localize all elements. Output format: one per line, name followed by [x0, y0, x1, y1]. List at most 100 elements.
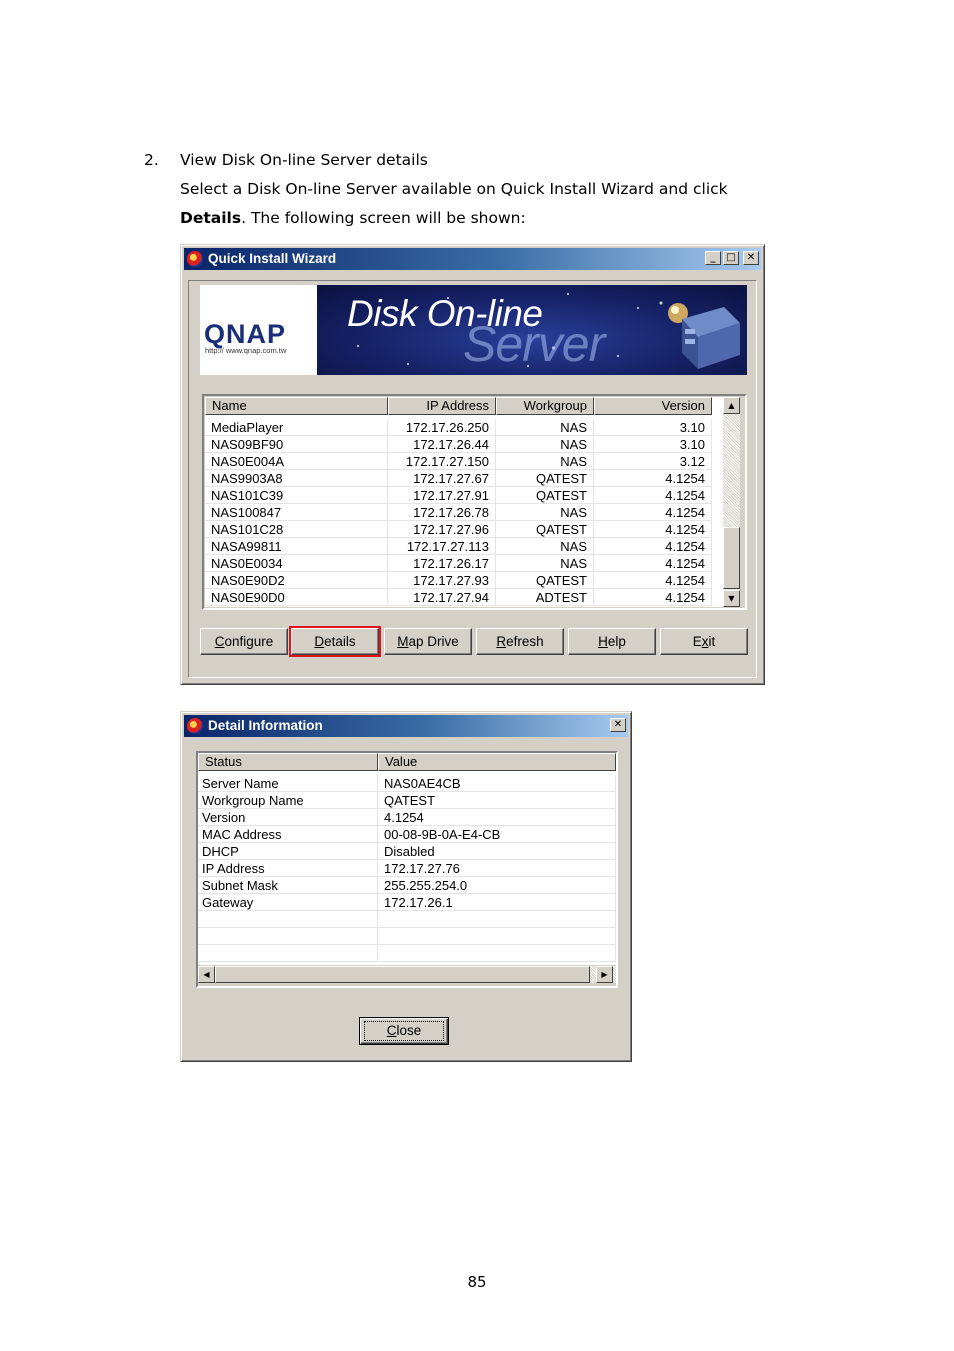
table-row[interactable]: NAS09BF90 172.17.26.44 NAS 3.10	[205, 436, 724, 453]
table-cell: 172.17.27.91	[388, 487, 496, 504]
table-cell: QATEST	[496, 521, 594, 538]
table-row[interactable]: Subnet Mask 255.255.254.0	[198, 877, 616, 894]
table-cell: MediaPlayer	[205, 419, 388, 436]
table-cell: 4.1254	[594, 555, 712, 572]
column-header-version[interactable]: Version	[594, 397, 712, 415]
scroll-left-icon[interactable]: ◀	[198, 966, 215, 983]
table-cell: NAS	[496, 555, 594, 572]
scroll-thumb[interactable]	[723, 527, 740, 589]
table-cell: 4.1254	[378, 809, 616, 826]
table-row[interactable]: MediaPlayer 172.17.26.250 NAS 3.10	[205, 419, 724, 436]
close-button[interactable]: Close	[359, 1017, 449, 1045]
table-cell: QATEST	[378, 792, 616, 809]
table-cell: QATEST	[496, 470, 594, 487]
server-list[interactable]: Name IP Address Workgroup Version MediaPlay…	[205, 397, 724, 607]
table-row[interactable]: IP Address 172.17.27.76	[198, 860, 616, 877]
column-header-name[interactable]: Name	[205, 397, 388, 415]
maximize-icon[interactable]: □	[723, 251, 739, 265]
qnap-url: http:// www.qnap.com.tw	[205, 346, 287, 355]
table-cell: Version	[198, 809, 378, 826]
table-row[interactable]: NAS0E90D2 172.17.27.93 QATEST 4.1254	[205, 572, 724, 589]
empty-row	[198, 945, 616, 962]
map-drive-button[interactable]: Map Drive	[384, 628, 472, 655]
detail-list[interactable]: Status Value Server Name NAS0AE4CB Workgrou…	[198, 753, 616, 965]
table-cell: 4.1254	[594, 487, 712, 504]
table-row[interactable]: NAS101C28 172.17.27.96 QATEST 4.1254	[205, 521, 724, 538]
table-cell: 172.17.27.150	[388, 453, 496, 470]
refresh-button[interactable]: Refresh	[476, 628, 564, 655]
table-row[interactable]: NAS0E004A 172.17.27.150 NAS 3.12	[205, 453, 724, 470]
step-description-line2: Details. The following screen will be sh…	[180, 208, 526, 228]
nas-device-icon	[668, 303, 740, 369]
table-row[interactable]: Gateway 172.17.26.1	[198, 894, 616, 911]
table-cell	[378, 911, 616, 928]
table-row[interactable]: NAS100847 172.17.26.78 NAS 4.1254	[205, 504, 724, 521]
help-button[interactable]: Help	[568, 628, 656, 655]
banner-product-line1: Disk On-line	[347, 293, 543, 334]
table-cell: NAS101C39	[205, 487, 388, 504]
table-cell: Server Name	[198, 775, 378, 792]
table-cell: NAS100847	[205, 504, 388, 521]
table-cell: 00-08-9B-0A-E4-CB	[378, 826, 616, 843]
server-list-scrollbar[interactable]: ▲ ▼	[723, 397, 740, 607]
table-cell: 4.1254	[594, 521, 712, 538]
table-cell: NAS	[496, 504, 594, 521]
minimize-icon[interactable]: _	[705, 251, 721, 265]
table-cell: Subnet Mask	[198, 877, 378, 894]
column-header-ip-address[interactable]: IP Address	[388, 397, 496, 415]
table-cell: 172.17.26.78	[388, 504, 496, 521]
column-header-status[interactable]: Status	[198, 753, 378, 771]
close-icon[interactable]: ✕	[610, 718, 626, 732]
table-cell: 172.17.27.76	[378, 860, 616, 877]
table-row[interactable]: NAS0E90D0 172.17.27.94 ADTEST 4.1254	[205, 589, 724, 606]
exit-button[interactable]: Exit	[660, 628, 748, 655]
close-icon[interactable]: ✕	[743, 251, 759, 265]
page-number: 85	[467, 1273, 487, 1291]
table-cell: 172.17.27.96	[388, 521, 496, 538]
configure-button[interactable]: Configure	[200, 628, 288, 655]
table-cell: NASA99811	[205, 538, 388, 555]
detail-titlebar[interactable]: Detail Information ✕	[184, 715, 628, 737]
empty-row	[198, 928, 616, 945]
table-cell: 172.17.26.250	[388, 419, 496, 436]
detail-horizontal-scrollbar[interactable]: ◀ ▶	[198, 966, 616, 983]
table-cell: NAS0E0034	[205, 555, 388, 572]
table-row[interactable]: DHCP Disabled	[198, 843, 616, 860]
column-header-value[interactable]: Value	[378, 753, 616, 771]
table-row[interactable]: Version 4.1254	[198, 809, 616, 826]
scroll-thumb[interactable]	[215, 966, 590, 983]
table-cell: 172.17.27.113	[388, 538, 496, 555]
table-cell: NAS101C28	[205, 521, 388, 538]
table-cell: NAS0E90D0	[205, 589, 388, 606]
table-row[interactable]: NAS9903A8 172.17.27.67 QATEST 4.1254	[205, 470, 724, 487]
table-cell: 172.17.26.17	[388, 555, 496, 572]
table-row[interactable]: NAS101C39 172.17.27.91 QATEST 4.1254	[205, 487, 724, 504]
table-cell: QATEST	[496, 572, 594, 589]
table-cell: Workgroup Name	[198, 792, 378, 809]
table-cell: 3.10	[594, 436, 712, 453]
details-button[interactable]: Details	[289, 626, 381, 657]
table-cell: 172.17.27.67	[388, 470, 496, 487]
column-header-workgroup[interactable]: Workgroup	[496, 397, 594, 415]
table-cell: QATEST	[496, 487, 594, 504]
table-row[interactable]: MAC Address 00-08-9B-0A-E4-CB	[198, 826, 616, 843]
scroll-down-icon[interactable]: ▼	[723, 590, 740, 607]
scroll-right-icon[interactable]: ▶	[596, 966, 613, 983]
scroll-up-icon[interactable]: ▲	[723, 397, 740, 414]
table-row[interactable]: NASA99811 172.17.27.113 NAS 4.1254	[205, 538, 724, 555]
empty-row	[198, 911, 616, 928]
app-icon	[187, 718, 203, 734]
table-cell: 172.17.27.93	[388, 572, 496, 589]
table-cell: 4.1254	[594, 504, 712, 521]
table-cell	[198, 928, 378, 945]
table-row[interactable]: Workgroup Name QATEST	[198, 792, 616, 809]
table-cell: 255.255.254.0	[378, 877, 616, 894]
wizard-titlebar[interactable]: Quick Install Wizard _ □ ✕	[184, 248, 761, 270]
table-row[interactable]: Server Name NAS0AE4CB	[198, 775, 616, 792]
table-cell: Gateway	[198, 894, 378, 911]
table-cell: ADTEST	[496, 589, 594, 606]
table-cell: NAS0E90D2	[205, 572, 388, 589]
table-row[interactable]: NAS0E0034 172.17.26.17 NAS 4.1254	[205, 555, 724, 572]
table-cell: NAS	[496, 453, 594, 470]
wizard-title: Quick Install Wizard	[208, 251, 337, 266]
